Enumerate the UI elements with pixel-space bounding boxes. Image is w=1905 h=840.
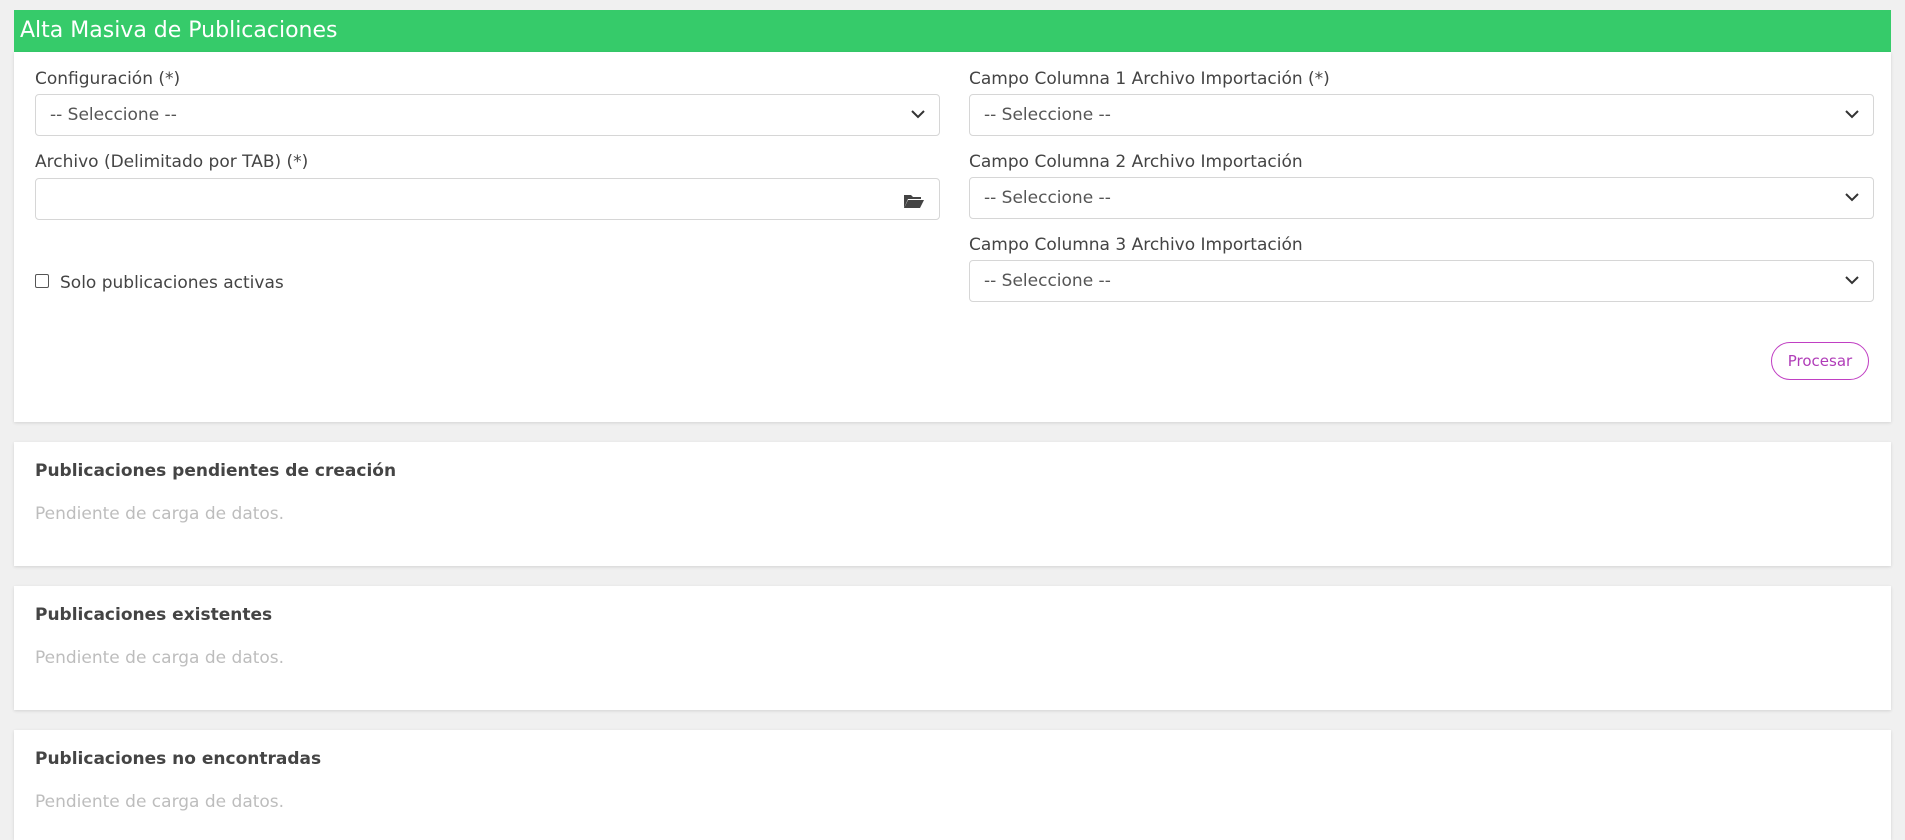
configuracion-select[interactable]: -- Seleccione --: [35, 94, 940, 136]
chevron-down-icon: [1845, 110, 1859, 119]
chevron-down-icon: [911, 110, 925, 119]
chevron-down-icon: [1845, 276, 1859, 285]
campo3-select[interactable]: -- Seleccione --: [969, 260, 1874, 302]
campo2-label: Campo Columna 2 Archivo Importación: [969, 152, 1303, 172]
pendientes-empty-text: Pendiente de carga de datos.: [35, 504, 285, 524]
chevron-down-icon: [1845, 193, 1859, 202]
configuracion-selected-value: -- Seleccione --: [50, 105, 177, 125]
procesar-button[interactable]: Procesar: [1771, 342, 1869, 380]
no-encontradas-title: Publicaciones no encontradas: [35, 749, 322, 769]
archivo-label: Archivo (Delimitado por TAB) (*): [35, 152, 309, 172]
solo-activas-checkbox[interactable]: [35, 274, 49, 288]
folder-open-icon[interactable]: [903, 193, 925, 209]
campo2-selected-value: -- Seleccione --: [984, 188, 1111, 208]
no-encontradas-section: Publicaciones no encontradas Pendiente d…: [14, 730, 1891, 840]
no-encontradas-empty-text: Pendiente de carga de datos.: [35, 792, 285, 812]
campo1-selected-value: -- Seleccione --: [984, 105, 1111, 125]
existentes-title: Publicaciones existentes: [35, 605, 273, 625]
campo3-selected-value: -- Seleccione --: [984, 271, 1111, 291]
import-form-card: Configuración (*) -- Seleccione -- Archi…: [14, 52, 1891, 422]
configuracion-label: Configuración (*): [35, 69, 181, 89]
campo3-label: Campo Columna 3 Archivo Importación: [969, 235, 1303, 255]
existentes-section: Publicaciones existentes Pendiente de ca…: [14, 586, 1891, 710]
page-header: Alta Masiva de Publicaciones: [14, 10, 1891, 52]
pendientes-section: Publicaciones pendientes de creación Pen…: [14, 442, 1891, 566]
campo1-label: Campo Columna 1 Archivo Importación (*): [969, 69, 1330, 89]
pendientes-title: Publicaciones pendientes de creación: [35, 461, 397, 481]
solo-activas-label[interactable]: Solo publicaciones activas: [60, 273, 284, 293]
existentes-empty-text: Pendiente de carga de datos.: [35, 648, 285, 668]
archivo-file-input[interactable]: [35, 178, 940, 220]
campo1-select[interactable]: -- Seleccione --: [969, 94, 1874, 136]
campo2-select[interactable]: -- Seleccione --: [969, 177, 1874, 219]
page-title: Alta Masiva de Publicaciones: [20, 18, 338, 43]
